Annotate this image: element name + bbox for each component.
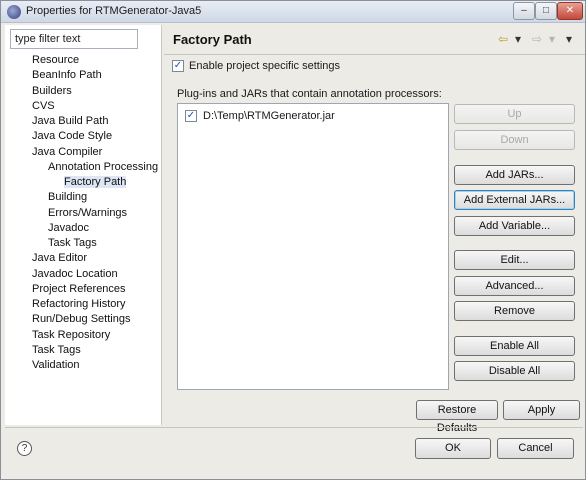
tree-item[interactable]: Factory Path	[64, 175, 127, 190]
tree-item-label: Annotation Processing	[48, 160, 159, 173]
tree-item[interactable]: Javadoc Location	[32, 267, 118, 282]
forward-arrow-icon[interactable]: ⇨	[532, 31, 542, 47]
window-title: Properties for RTMGenerator-Java5	[26, 5, 202, 17]
tree-item-label: Javadoc Location	[32, 267, 118, 280]
list-item[interactable]: ✓ D:\Temp\RTMGenerator.jar	[185, 110, 335, 122]
tree-item-label: Builders	[32, 84, 72, 97]
tree-item[interactable]: Project References	[32, 282, 126, 297]
tree-item[interactable]: Javadoc	[48, 221, 89, 236]
page-title: Factory Path	[173, 32, 252, 47]
add-variable-button[interactable]: Add Variable...	[454, 216, 575, 236]
add-external-jars-button[interactable]: Add External JARs...	[454, 190, 575, 210]
down-button[interactable]: Down	[454, 130, 575, 150]
footer-divider	[5, 427, 583, 428]
jar-list-label: Plug-ins and JARs that contain annotatio…	[177, 88, 442, 100]
back-dropdown-icon[interactable]: ▾	[515, 31, 521, 47]
tree-item-label: Java Editor	[32, 252, 88, 265]
tree-item-label: CVS	[32, 99, 55, 112]
tree-item[interactable]: Task Repository	[32, 328, 110, 343]
cancel-button[interactable]: Cancel	[497, 438, 574, 459]
tree-item-label: BeanInfo Path	[32, 69, 102, 82]
tree-item[interactable]: Java Code Style	[32, 129, 112, 144]
tree-item[interactable]: Builders	[32, 84, 72, 99]
eclipse-app-icon	[7, 5, 21, 19]
help-icon[interactable]: ?	[17, 441, 32, 456]
jar-enabled-checkbox[interactable]: ✓	[185, 110, 197, 122]
tree-item-label: Java Build Path	[32, 115, 109, 127]
tree-item[interactable]: Refactoring History	[32, 297, 126, 312]
tree-item[interactable]: Run/Debug Settings	[32, 312, 130, 327]
enable-settings-checkbox[interactable]: ✓	[172, 60, 184, 72]
tree-item[interactable]: CVS	[32, 99, 55, 114]
tree-item-label: Project References	[32, 282, 126, 295]
tree-item[interactable]: Resource	[32, 53, 79, 68]
tree-item-label: Errors/Warnings	[48, 206, 128, 219]
view-menu-icon[interactable]: ▾	[566, 31, 572, 47]
tree-item[interactable]: Java Build Path	[32, 114, 108, 129]
tree-item[interactable]: Building	[48, 190, 87, 205]
forward-dropdown-icon[interactable]: ▾	[549, 31, 555, 47]
restore-defaults-button[interactable]: Restore Defaults	[416, 400, 498, 434]
tree-item-label: Refactoring History	[32, 298, 126, 310]
tree-item-label: Task Repository	[32, 328, 111, 341]
filter-input[interactable]	[10, 29, 138, 49]
minimize-button[interactable]: –	[513, 2, 535, 20]
properties-dialog: Properties for RTMGenerator-Java5 – □ ✕ …	[0, 0, 586, 480]
apply-button[interactable]: Apply	[503, 400, 580, 420]
add-jars-button[interactable]: Add JARs...	[454, 165, 575, 185]
jar-path: D:\Temp\RTMGenerator.jar	[203, 110, 335, 122]
back-arrow-icon[interactable]: ⇦	[498, 31, 508, 47]
maximize-button[interactable]: □	[535, 2, 557, 20]
up-button[interactable]: Up	[454, 104, 575, 124]
tree-item[interactable]: Validation	[32, 358, 80, 373]
tree-item-label: Java Code Style	[32, 130, 113, 143]
tree-item-label: Run/Debug Settings	[32, 313, 131, 326]
enable-settings-label: Enable project specific settings	[189, 60, 341, 72]
tree-item-label: Task Tags	[32, 343, 81, 356]
tree-item[interactable]: Annotation Processing	[48, 160, 158, 175]
advanced-button[interactable]: Advanced...	[454, 276, 575, 296]
enable-project-settings[interactable]: ✓ Enable project specific settings	[172, 59, 340, 73]
factory-path-list[interactable]: ✓ D:\Temp\RTMGenerator.jar	[177, 103, 449, 390]
tree-item-label: Resource	[32, 54, 80, 66]
tree-item[interactable]: Java Compiler	[32, 145, 102, 160]
page-nav: ⇦ ▾ ⇨ ▾ ▾	[498, 31, 578, 47]
enable-all-button[interactable]: Enable All	[454, 336, 575, 356]
tree-item[interactable]: Java Editor	[32, 251, 87, 266]
header-divider	[164, 54, 585, 55]
tree-item[interactable]: Task Tags	[32, 343, 81, 358]
remove-button[interactable]: Remove	[454, 301, 575, 321]
close-button[interactable]: ✕	[557, 2, 583, 20]
tree-item-label: Task Tags	[48, 237, 97, 249]
tree-item-label: Javadoc	[48, 221, 89, 234]
disable-all-button[interactable]: Disable All	[454, 361, 575, 381]
tree-item-label: Validation	[32, 359, 80, 371]
title-bar[interactable]: Properties for RTMGenerator-Java5 – □ ✕	[1, 1, 585, 23]
tree-item-label: Factory Path	[64, 176, 127, 188]
tree-item[interactable]: BeanInfo Path	[32, 68, 102, 83]
ok-button[interactable]: OK	[415, 438, 491, 459]
tree-item[interactable]: Errors/Warnings	[48, 206, 127, 221]
tree-item-label: Java Compiler	[32, 145, 103, 158]
sidebar: Resource BeanInfo Path Builders CVS Java Bui…	[5, 25, 162, 425]
tree-item-label: Building	[48, 191, 88, 204]
tree-item[interactable]: Task Tags	[48, 236, 97, 251]
edit-button[interactable]: Edit...	[454, 250, 575, 270]
